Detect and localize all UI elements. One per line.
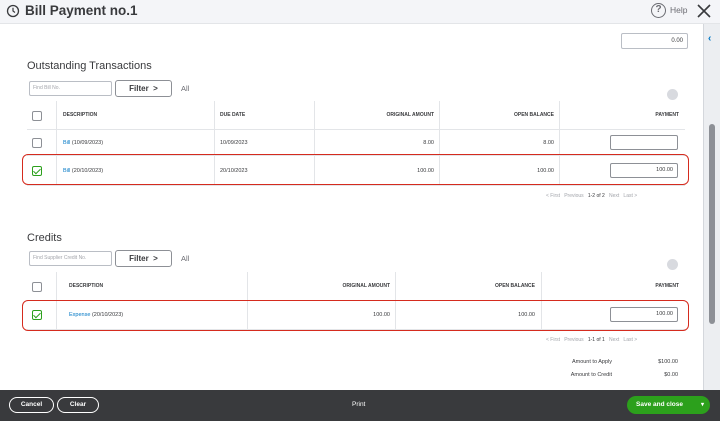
selected-row-highlight	[22, 154, 689, 185]
column-header: PAYMENT	[655, 283, 679, 289]
gear-icon[interactable]	[667, 89, 678, 100]
amount-to-credit-value: $0.00	[664, 372, 678, 378]
outstanding-section-title: Outstanding Transactions	[27, 60, 152, 72]
pager-last[interactable]: Last >	[623, 337, 637, 343]
help-link[interactable]: Help	[670, 5, 687, 15]
find-bill-input[interactable]: Find Bill No.	[29, 81, 112, 96]
table-header-row: DESCRIPTION DUE DATE ORIGINAL AMOUNT OPE…	[27, 101, 685, 130]
footer-bar: Cancel Clear Print Save and close ▾	[0, 390, 720, 421]
bill-link[interactable]: Bill	[63, 140, 70, 146]
selected-row-highlight	[22, 300, 689, 331]
clear-button[interactable]: Clear	[57, 397, 99, 413]
column-header: OPEN BALANCE	[513, 112, 554, 118]
select-all-checkbox[interactable]	[32, 282, 42, 292]
table-row: Bill (10/09/2023) 10/09/2023 8.00 8.00	[27, 130, 685, 156]
bill-date-text: (10/09/2023)	[71, 139, 104, 146]
scrollbar[interactable]	[709, 124, 715, 324]
chevron-down-icon[interactable]: ▾	[701, 396, 704, 414]
pager-last[interactable]: Last >	[623, 193, 637, 199]
amount-to-apply-label: Amount to Apply	[571, 359, 612, 365]
due-date: 10/09/2023	[220, 139, 248, 146]
column-header: ORIGINAL AMOUNT	[342, 283, 391, 289]
collapse-icon[interactable]: ‹	[708, 33, 711, 44]
page-title: Bill Payment no.1	[25, 3, 138, 18]
credits-pager: < First Previous 1-1 of 1 Next Last >	[546, 337, 637, 343]
close-icon[interactable]	[695, 2, 713, 20]
pager-current: 1-2 of 2	[587, 193, 605, 199]
print-link[interactable]: Print	[352, 401, 365, 408]
right-panel-strip: ‹	[703, 24, 720, 390]
amount-to-credit-label: Amount to Credit	[570, 372, 612, 378]
column-header: DESCRIPTION	[63, 112, 98, 118]
pager-current: 1-1 of 1	[587, 337, 605, 343]
all-filter-label[interactable]: All	[181, 84, 189, 93]
history-icon[interactable]	[6, 4, 20, 18]
credits-section-title: Credits	[27, 232, 62, 244]
filter-label: Filter	[129, 254, 149, 263]
save-and-close-label: Save and close	[636, 401, 683, 408]
column-header: PAYMENT	[655, 112, 679, 118]
find-credit-input[interactable]: Find Supplier Credit No.	[29, 251, 112, 266]
pager-next[interactable]: Next	[609, 193, 619, 199]
amount-input[interactable]: 0.00	[621, 33, 688, 49]
column-header: ORIGINAL AMOUNT	[386, 112, 435, 118]
filter-button[interactable]: Filter >	[115, 80, 172, 97]
select-all-checkbox[interactable]	[32, 111, 42, 121]
filter-button[interactable]: Filter >	[115, 250, 172, 267]
cancel-button[interactable]: Cancel	[9, 397, 54, 413]
amount-to-apply-value: $100.00	[658, 359, 678, 365]
payment-input[interactable]	[610, 135, 678, 150]
open-balance: 8.00	[543, 139, 554, 146]
all-filter-label[interactable]: All	[181, 254, 189, 263]
column-header: DUE DATE	[220, 112, 246, 118]
pager-next[interactable]: Next	[609, 337, 619, 343]
outstanding-pager: < First Previous 1-2 of 2 Next Last >	[546, 193, 637, 199]
gear-icon[interactable]	[667, 259, 678, 270]
chevron-right-icon: >	[153, 254, 158, 263]
help-icon[interactable]: ?	[651, 3, 666, 18]
column-header: DESCRIPTION	[69, 283, 104, 289]
original-amount: 8.00	[423, 139, 434, 146]
header-bar: Bill Payment no.1 ? Help	[0, 0, 720, 24]
save-and-close-button[interactable]: Save and close ▾	[627, 396, 710, 414]
pager-first[interactable]: < First	[546, 337, 560, 343]
row-checkbox[interactable]	[32, 138, 42, 148]
chevron-right-icon: >	[153, 84, 158, 93]
column-header: OPEN BALANCE	[494, 283, 535, 289]
filter-label: Filter	[129, 84, 149, 93]
pager-previous[interactable]: Previous	[564, 193, 583, 199]
pager-previous[interactable]: Previous	[564, 337, 583, 343]
pager-first[interactable]: < First	[546, 193, 560, 199]
table-header-row: DESCRIPTION ORIGINAL AMOUNT OPEN BALANCE…	[27, 272, 685, 301]
